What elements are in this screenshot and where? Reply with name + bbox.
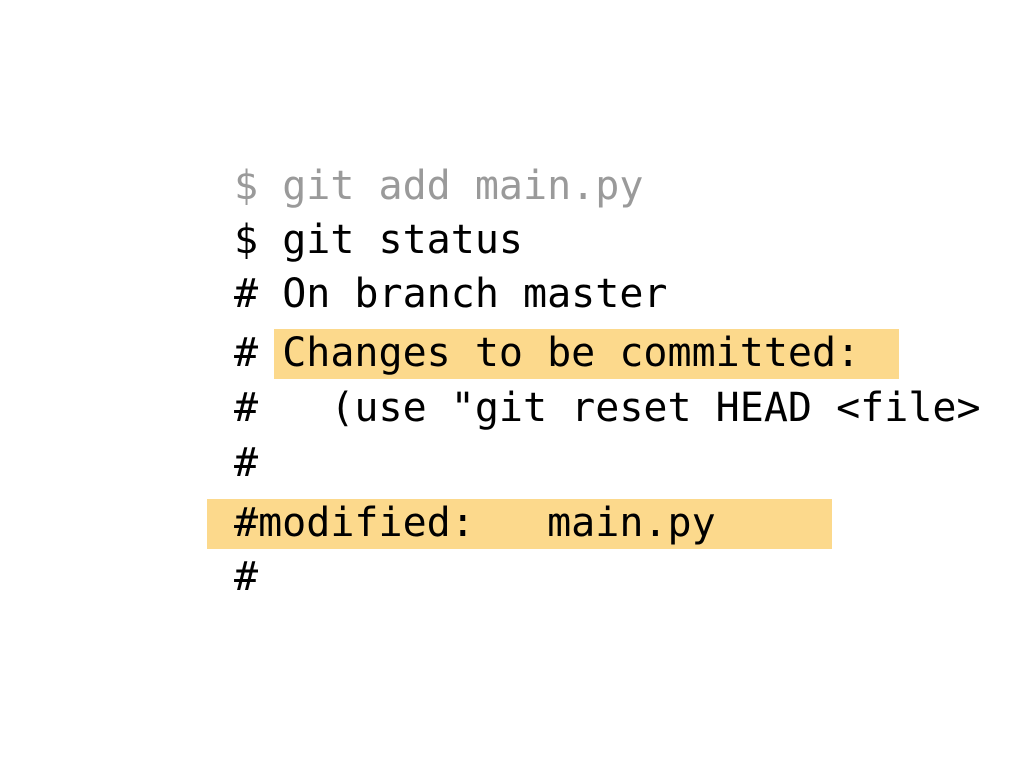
- output-modified-file: modified: main.py: [258, 500, 716, 546]
- prompt-symbol: $: [234, 217, 259, 263]
- terminal-line-blank-2: #: [234, 550, 258, 604]
- comment-marker: #: [234, 271, 259, 317]
- comment-marker: #: [234, 440, 259, 486]
- comment-marker: #: [234, 554, 259, 600]
- output-branch: On branch master: [282, 271, 668, 317]
- comment-marker: #: [234, 330, 259, 376]
- terminal-line-git-status: $ git status: [234, 213, 523, 267]
- output-reset-hint: (use "git reset HEAD <file>: [282, 385, 981, 431]
- terminal-line-git-add: $ git add main.py: [234, 159, 643, 213]
- terminal-line-reset-hint: # (use "git reset HEAD <file>: [234, 381, 981, 435]
- terminal-line-modified: #modified: main.py: [234, 496, 716, 550]
- terminal-line-branch: # On branch master: [234, 267, 668, 321]
- slide: $ git add main.py $ git status # On bran…: [0, 0, 1024, 768]
- comment-marker: #: [234, 385, 259, 431]
- command-git-add: git add main.py: [282, 163, 644, 209]
- prompt-symbol: $: [234, 163, 259, 209]
- terminal-line-blank-1: #: [234, 436, 258, 490]
- command-git-status: git status: [282, 217, 524, 263]
- terminal-line-changes: # Changes to be committed:: [234, 326, 860, 380]
- comment-marker: #: [234, 500, 259, 546]
- output-changes-heading: Changes to be committed:: [282, 330, 861, 376]
